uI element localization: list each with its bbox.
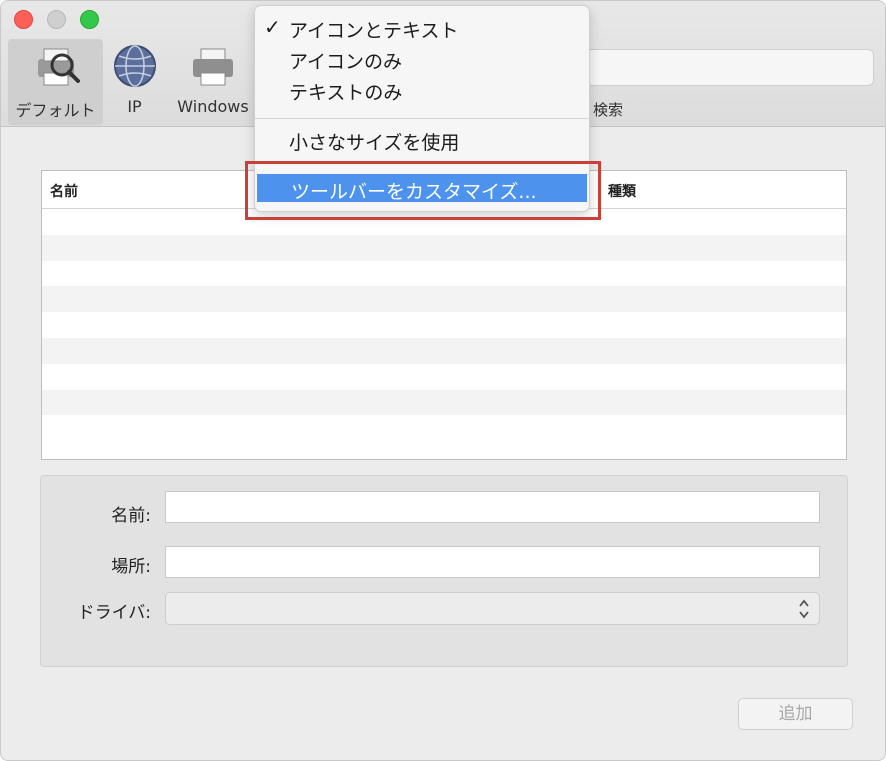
location-field[interactable] [165, 546, 820, 578]
search-label: 検索 [593, 101, 624, 119]
table-row [42, 337, 846, 364]
menu-item-icon-and-text[interactable]: ✓ アイコンとテキスト [255, 13, 589, 42]
table-row [42, 389, 846, 416]
minimize-button[interactable] [47, 10, 66, 29]
menu-item-text-only[interactable]: テキストのみ [255, 75, 589, 104]
driver-label: ドライバ: [77, 603, 151, 623]
toolbar-item-windows[interactable]: Windows [171, 39, 255, 125]
menu-item-use-small-size[interactable]: 小さなサイズを使用 [255, 125, 589, 154]
menu-item-label: 小さなサイズを使用 [289, 132, 460, 154]
table-row [42, 261, 846, 287]
zoom-button[interactable] [80, 10, 99, 29]
driver-select[interactable] [165, 592, 820, 625]
add-button[interactable]: 追加 [738, 698, 853, 730]
name-field[interactable] [165, 491, 820, 523]
toolbar-item-label: Windows [177, 97, 249, 116]
menu-item-label: アイコンとテキスト [289, 20, 459, 42]
table-row [42, 286, 846, 313]
menu-item-label: アイコンのみ [289, 51, 403, 73]
printer-search-icon [38, 48, 80, 86]
toolbar-item-ip[interactable]: IP [107, 39, 162, 125]
menu-item-icon-only[interactable]: アイコンのみ [255, 44, 589, 73]
printer-icon [193, 48, 233, 86]
chevron-up-down-icon [799, 599, 809, 619]
column-header-name[interactable]: 名前 [50, 181, 78, 201]
table-row [42, 312, 846, 338]
column-header-kind[interactable]: 種類 [608, 181, 636, 201]
close-button[interactable] [14, 10, 33, 29]
highlight-callout-box [245, 161, 601, 220]
menu-separator [255, 118, 589, 119]
toolbar-item-default[interactable]: デフォルト [8, 39, 103, 125]
search-input[interactable] [586, 49, 874, 86]
table-row [42, 415, 846, 441]
location-label: 場所: [111, 557, 151, 577]
menu-item-label: テキストのみ [289, 82, 403, 104]
table-row [42, 364, 846, 390]
toolbar-item-label: デフォルト [15, 101, 96, 120]
table-row [42, 234, 846, 261]
name-label: 名前: [111, 506, 151, 526]
globe-icon [114, 45, 156, 87]
table-body [42, 209, 846, 459]
checkmark-icon: ✓ [264, 15, 281, 39]
toolbar-item-label: IP [127, 97, 142, 116]
